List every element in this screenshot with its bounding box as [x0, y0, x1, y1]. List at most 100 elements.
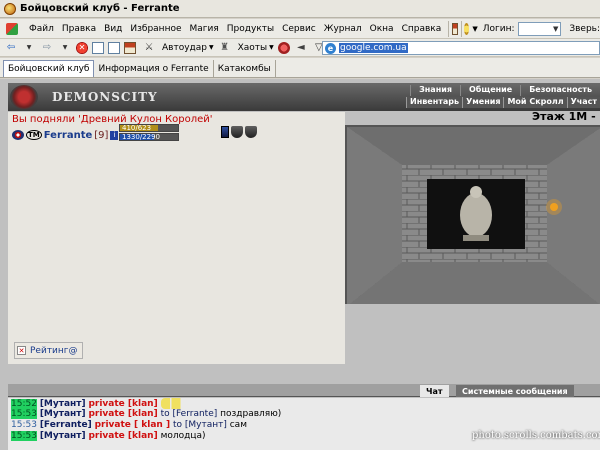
figure-icon: ♜ — [220, 42, 230, 53]
chevron-down-icon[interactable]: ▼ — [553, 25, 558, 33]
menu-journal[interactable]: Журнал — [320, 20, 366, 38]
chat-private: private [ klan ] — [94, 420, 171, 430]
chat-message: поздравляю) — [220, 409, 282, 419]
dungeon-corridor-image — [347, 127, 600, 304]
character-level: [9] — [94, 129, 109, 141]
chat-nick[interactable]: [Мутант] — [40, 399, 86, 409]
hp-bar: 410/623 — [119, 124, 179, 132]
info-icon[interactable]: i — [110, 130, 119, 140]
login-field[interactable]: ▼ — [517, 21, 562, 36]
page-icon[interactable] — [108, 41, 120, 54]
chat-message: молодца) — [160, 431, 206, 441]
chat-message: сам — [229, 420, 247, 430]
menu-file[interactable]: Файл — [25, 20, 58, 38]
character-row: TM Ferrante [9] i — [12, 126, 119, 144]
autoudar-button[interactable]: Автоудар — [162, 43, 207, 53]
chat-nick[interactable]: [Мутант] — [40, 431, 86, 441]
crossed-swords-icon[interactable]: ⚔ — [142, 41, 156, 55]
forward-arrow-icon[interactable]: ⇨ — [40, 41, 54, 55]
stop-icon[interactable]: ✕ — [76, 41, 88, 54]
nav-my-scroll[interactable]: Мой Скролл — [503, 97, 566, 108]
floor-label: Этаж 1М - — [532, 110, 596, 123]
menu-edit[interactable]: Правка — [58, 20, 100, 38]
tm-icon: TM — [26, 130, 42, 140]
rating-label: Рейтинг@ — [30, 345, 78, 356]
back-arrow-icon[interactable]: ⇦ — [4, 41, 18, 55]
chevron-down-icon[interactable]: ▼ — [472, 25, 477, 33]
character-panel: Вы подняли 'Древний Кулон Королей' TM Fe… — [8, 112, 345, 364]
castle-icon[interactable] — [451, 22, 458, 35]
menu-windows[interactable]: Окна — [366, 20, 398, 38]
demon-eye-logo-icon — [10, 85, 38, 109]
watermark: photo.scrolls.combats.com — [472, 430, 600, 441]
dungeon-view[interactable] — [345, 125, 600, 304]
shield-icon[interactable] — [245, 126, 257, 138]
menu-service[interactable]: Сервис — [278, 20, 320, 38]
nav-bottom: Инвентарь Умения Мой Скролл Участ — [406, 97, 600, 108]
menu-magic[interactable]: Магия — [186, 20, 223, 38]
mp-text: 1330/2290 — [122, 133, 160, 141]
chat-nick[interactable]: [Мутант] — [40, 409, 86, 419]
stat-bars: 410/623 1330/2290 — [119, 124, 179, 142]
chat-line: 15:52 [Мутант] private [klan] — [8, 398, 600, 409]
chat-to[interactable]: to [Мутант] — [173, 420, 227, 430]
menu-view[interactable]: Вид — [100, 20, 126, 38]
site-logo: DEMONSCITY — [52, 90, 158, 104]
app-icon — [4, 2, 16, 15]
windows-logo-icon — [2, 20, 25, 38]
nav-top: Знания Общение Безопасность — [410, 85, 600, 96]
nav-participation[interactable]: Участ — [566, 97, 600, 108]
status-icons — [221, 126, 259, 138]
chat-time: 15:53 — [11, 409, 37, 419]
refresh-icon[interactable] — [92, 41, 104, 54]
tab-bar: Бойцовский клуб Информация о Ferrante Ка… — [0, 58, 600, 78]
menu-help[interactable]: Справка — [398, 20, 446, 38]
eye-icon[interactable] — [277, 41, 290, 54]
home-icon[interactable] — [124, 41, 136, 54]
chat-private: private [klan] — [88, 409, 158, 419]
chevron-down-icon[interactable]: ▼ — [58, 41, 72, 55]
tab-info-ferrante[interactable]: Информация о Ferrante — [94, 60, 214, 77]
chevron-down-icon[interactable]: ▼ — [269, 44, 274, 51]
nav-skills[interactable]: Умения — [462, 97, 503, 108]
nav-communication[interactable]: Общение — [459, 85, 520, 96]
tab-catacombs[interactable]: Катакомбы — [214, 60, 276, 77]
pickup-message: Вы подняли 'Древний Кулон Королей' — [12, 114, 213, 125]
book-icon[interactable] — [221, 126, 229, 138]
chat-nick[interactable]: [Ferrante] — [40, 420, 92, 430]
chat-time: 15:52 — [11, 399, 37, 409]
menu-favorites[interactable]: Избранное — [126, 20, 185, 38]
chat-time: 15:53 — [11, 420, 37, 430]
character-name[interactable]: Ferrante — [44, 130, 93, 141]
mp-bar: 1330/2290 — [119, 133, 179, 141]
menu-products[interactable]: Продукты — [223, 20, 278, 38]
ie-logo-icon: e — [325, 42, 336, 54]
game-header: DEMONSCITY Знания Общение Безопасность И… — [8, 83, 600, 111]
login-label: Логин: — [482, 23, 515, 34]
chat-line: 15:53 [Мутант] private [klan] to [Ferran… — [8, 409, 600, 420]
game-area: DEMONSCITY Знания Общение Безопасность И… — [0, 79, 600, 450]
smiley-icon[interactable] — [464, 22, 470, 35]
shield-icon[interactable] — [231, 126, 243, 138]
chat-tabs: Чат Системные сообщения — [8, 384, 600, 397]
tab-chat[interactable]: Чат — [420, 385, 449, 397]
speaker-icon[interactable]: ◄ — [294, 41, 308, 55]
clan-flag-icon — [12, 130, 24, 140]
nav-security[interactable]: Безопасность — [520, 85, 600, 96]
address-bar[interactable]: e google.com.ua — [322, 41, 600, 55]
tab-fight-club[interactable]: Бойцовский клуб — [3, 60, 95, 77]
hp-text: 410/623 — [122, 124, 152, 132]
menu-bar: Файл Правка Вид Избранное Магия Продукты… — [0, 19, 600, 39]
nav-inventory[interactable]: Инвентарь — [406, 97, 462, 108]
chat-to[interactable]: to [Ferrante] — [161, 409, 218, 419]
nav-knowledge[interactable]: Знания — [410, 85, 460, 96]
zver-label: Зверь: — [569, 23, 600, 34]
chevron-down-icon[interactable]: ▼ — [209, 44, 214, 51]
tab-system-messages[interactable]: Системные сообщения — [456, 385, 574, 397]
chevron-down-icon[interactable]: ▼ — [22, 41, 36, 55]
close-icon: ✕ — [17, 346, 26, 355]
chat-time: 15:53 — [11, 431, 37, 441]
haoty-button[interactable]: Хаоты — [238, 43, 268, 53]
rating-button[interactable]: ✕ Рейтинг@ — [14, 342, 83, 359]
address-url[interactable]: google.com.ua — [339, 43, 408, 53]
